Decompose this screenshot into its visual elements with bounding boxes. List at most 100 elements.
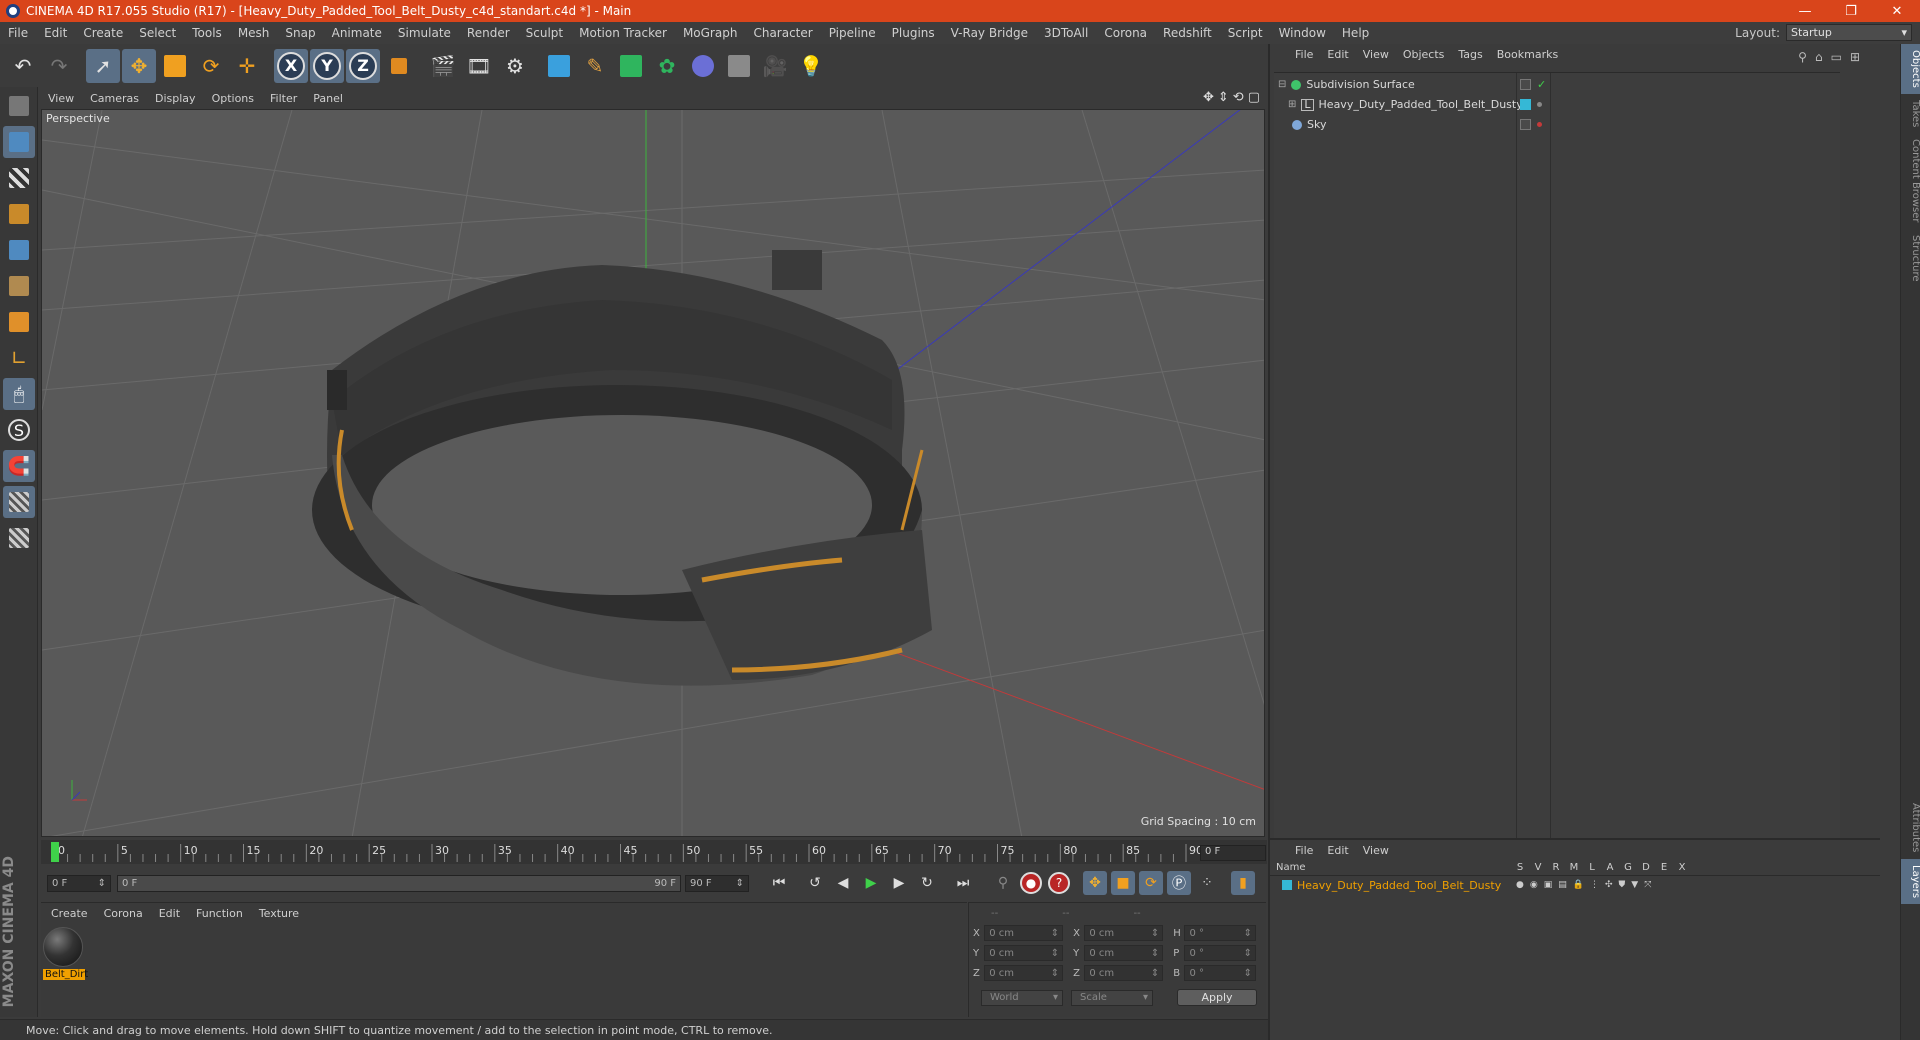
menu-snap[interactable]: Snap — [277, 26, 323, 40]
menu-script[interactable]: Script — [1220, 26, 1271, 40]
axis-z-button[interactable]: Z — [346, 48, 380, 83]
menu-tools[interactable]: Tools — [184, 26, 230, 40]
rotation-h-field[interactable]: 0 ° ⇕ — [1184, 925, 1256, 941]
manager-toggle-icon[interactable]: ▤ — [1558, 880, 1567, 890]
coordinate-system-dropdown[interactable]: World ▾ — [981, 989, 1063, 1006]
add-cube-button[interactable] — [542, 49, 576, 83]
material-menu-texture[interactable]: Texture — [251, 907, 307, 920]
key-position-button[interactable]: ✥ — [1083, 871, 1107, 895]
layer-row[interactable]: Heavy_Duty_Padded_Tool_Belt_Dusty ● ◉ ▣ … — [1270, 876, 1880, 894]
viewport-menu-options[interactable]: Options — [204, 92, 262, 105]
menu-character[interactable]: Character — [745, 26, 820, 40]
record-active-button[interactable]: ● — [1020, 872, 1042, 894]
tab-layers[interactable]: Layers — [1901, 858, 1920, 904]
menu-file[interactable]: File — [0, 26, 36, 40]
size-z-field[interactable]: 0 cm ⇕ — [1084, 965, 1164, 981]
redo-button[interactable]: ↷ — [42, 49, 76, 83]
new-view-icon[interactable]: ▭ — [1831, 50, 1842, 64]
viewport-menu-filter[interactable]: Filter — [262, 92, 305, 105]
close-button[interactable]: ✕ — [1874, 0, 1920, 22]
playhead[interactable] — [51, 842, 59, 862]
solo-toggle-icon[interactable]: ● — [1516, 880, 1524, 890]
menu-window[interactable]: Window — [1271, 26, 1334, 40]
size-x-field[interactable]: 0 cm ⇕ — [1084, 925, 1164, 941]
tab-structure[interactable]: Structure — [1901, 229, 1920, 288]
viewport-menu-view[interactable]: View — [40, 92, 82, 105]
solo-button[interactable]: S — [3, 414, 35, 446]
workplane-mode-button[interactable] — [3, 198, 35, 230]
om-menu-tags[interactable]: Tags — [1451, 48, 1489, 61]
menu-create[interactable]: Create — [75, 26, 131, 40]
previous-frame-button[interactable]: ◀ — [831, 871, 855, 895]
menu-vray-bridge[interactable]: V-Ray Bridge — [943, 26, 1036, 40]
move-tool-button[interactable]: ✥ — [122, 48, 156, 83]
layer-menu-view[interactable]: View — [1356, 844, 1396, 857]
snap-button[interactable]: 🧲 — [3, 450, 35, 482]
menu-redshift[interactable]: Redshift — [1155, 26, 1220, 40]
om-menu-bookmarks[interactable]: Bookmarks — [1490, 48, 1565, 61]
add-light-button[interactable]: 💡 — [794, 49, 828, 83]
tweak-mode-button[interactable]: 🖱 — [3, 378, 35, 410]
material-menu-corona[interactable]: Corona — [96, 907, 151, 920]
minimize-button[interactable]: — — [1782, 0, 1828, 22]
add-deformer-button[interactable] — [686, 49, 720, 83]
polygons-mode-button[interactable] — [3, 306, 35, 338]
viewport-menu-cameras[interactable]: Cameras — [82, 92, 147, 105]
layer-color-swatch[interactable] — [1520, 99, 1531, 110]
timeline-ruler[interactable]: 0 5 10 15 20 25 30 35 40 45 50 55 60 65 70 75 80 85 90 — [41, 840, 1267, 864]
key-parameter-button[interactable]: Ⓟ — [1167, 871, 1191, 895]
menu-corona[interactable]: Corona — [1096, 26, 1155, 40]
menu-edit[interactable]: Edit — [36, 26, 75, 40]
points-mode-button[interactable] — [3, 234, 35, 266]
material-menu-create[interactable]: Create — [43, 907, 96, 920]
lock-icon[interactable]: 🔒 — [1573, 880, 1584, 890]
generator-toggle-icon[interactable]: ✣ — [1605, 880, 1613, 890]
material-menu-function[interactable]: Function — [188, 907, 251, 920]
layout-dropdown[interactable]: Startup ▾ — [1786, 24, 1912, 41]
pan-icon[interactable]: ✥ — [1203, 90, 1214, 105]
render-view-button[interactable]: 🎬 — [426, 49, 460, 83]
menu-plugins[interactable]: Plugins — [884, 26, 943, 40]
menu-help[interactable]: Help — [1334, 26, 1377, 40]
om-menu-edit[interactable]: Edit — [1320, 48, 1355, 61]
layer-color-swatch[interactable] — [1282, 880, 1292, 890]
rotation-p-field[interactable]: 0 ° ⇕ — [1184, 945, 1256, 961]
expression-toggle-icon[interactable]: ▼ — [1631, 880, 1638, 890]
collapse-icon[interactable]: ⊟ — [1278, 79, 1286, 90]
add-spline-button[interactable]: ✎ — [578, 49, 612, 83]
menu-animate[interactable]: Animate — [324, 26, 390, 40]
layer-checkbox[interactable] — [1520, 79, 1531, 90]
render-toggle-icon[interactable]: ▣ — [1544, 880, 1553, 890]
tab-objects[interactable]: Objects — [1901, 44, 1920, 94]
end-frame-field[interactable]: 90 F ⇕ — [685, 874, 749, 892]
visibility-dot-icon[interactable] — [1537, 122, 1542, 127]
next-frame-button[interactable]: ▶ — [887, 871, 911, 895]
tab-takes[interactable]: Takes — [1901, 94, 1920, 133]
viewport-menu-panel[interactable]: Panel — [305, 92, 351, 105]
key-pla-button[interactable]: ⁘ — [1195, 871, 1219, 895]
motion-record-button[interactable]: ⚲ — [991, 871, 1015, 895]
render-picture-viewer-button[interactable]: 🎞 — [462, 49, 496, 83]
size-mode-dropdown[interactable]: Scale ▾ — [1071, 989, 1153, 1006]
start-frame-field[interactable]: 0 F ⇕ — [47, 874, 111, 892]
axis-x-button[interactable]: X — [274, 48, 308, 83]
home-icon[interactable]: ⌂ — [1815, 50, 1823, 64]
timeline-window-button[interactable]: ▮ — [1231, 871, 1255, 895]
next-key-button[interactable]: ↻ — [915, 871, 939, 895]
perspective-viewport[interactable]: Perspective Grid Spacing : 10 cm — [41, 109, 1265, 837]
tab-attributes[interactable]: Attributes — [1901, 797, 1920, 858]
om-menu-view[interactable]: View — [1356, 48, 1396, 61]
menu-render[interactable]: Render — [459, 26, 518, 40]
key-scale-button[interactable]: ■ — [1111, 871, 1135, 895]
material-menu-edit[interactable]: Edit — [151, 907, 188, 920]
layer-menu-edit[interactable]: Edit — [1320, 844, 1355, 857]
lock-workplane-button[interactable] — [3, 486, 35, 518]
om-menu-file[interactable]: File — [1288, 48, 1320, 61]
add-mograph-button[interactable]: ✿ — [650, 49, 684, 83]
maximize-view-icon[interactable]: ▢ — [1248, 90, 1260, 105]
menu-motion-tracker[interactable]: Motion Tracker — [571, 26, 675, 40]
position-z-field[interactable]: 0 cm ⇕ — [984, 965, 1064, 981]
menu-mograph[interactable]: MoGraph — [675, 26, 746, 40]
eye-icon[interactable]: ◉ — [1530, 880, 1538, 890]
size-y-field[interactable]: 0 cm ⇕ — [1084, 945, 1164, 961]
